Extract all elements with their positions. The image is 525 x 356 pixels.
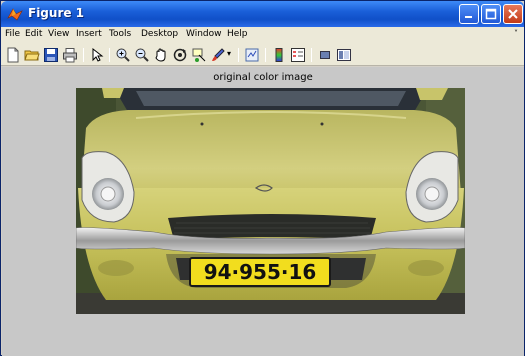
menu-overflow-arrow[interactable]: ˅ xyxy=(514,29,518,38)
close-icon xyxy=(508,9,518,19)
figure-window: Figure 1 File Edit View Insert Tools Des… xyxy=(0,0,525,356)
save-icon[interactable] xyxy=(43,47,59,63)
new-figure-icon[interactable] xyxy=(5,47,21,63)
close-button[interactable] xyxy=(503,4,523,24)
menu-window[interactable]: Window xyxy=(186,29,222,39)
matlab-logo-icon xyxy=(7,8,23,21)
hide-plot-tools-icon[interactable] xyxy=(317,47,333,63)
axes-title: original color image xyxy=(213,72,313,83)
minimize-button[interactable] xyxy=(459,4,479,24)
menu-view[interactable]: View xyxy=(48,29,69,39)
menu-insert[interactable]: Insert xyxy=(76,29,102,39)
menu-tools[interactable]: Tools xyxy=(109,29,131,39)
car-photo: 94·955·16 xyxy=(76,88,465,314)
open-file-icon[interactable] xyxy=(24,47,40,63)
print-icon[interactable] xyxy=(62,47,78,63)
select-arrow-icon[interactable] xyxy=(89,47,105,63)
toolbar-separator xyxy=(311,48,312,62)
figure-toolbar: ▾ xyxy=(1,44,524,66)
menu-file[interactable]: File xyxy=(5,29,20,39)
image-axes[interactable]: 94·955·16 xyxy=(76,88,465,314)
menu-bar: File Edit View Insert Tools Desktop Wind… xyxy=(1,27,524,44)
menu-desktop[interactable]: Desktop xyxy=(141,29,178,39)
legend-icon[interactable] xyxy=(290,47,306,63)
menu-edit[interactable]: Edit xyxy=(25,29,42,39)
toolbar-separator xyxy=(265,48,266,62)
toolbar-separator xyxy=(83,48,84,62)
maximize-button[interactable] xyxy=(481,4,501,24)
license-plate-text: 94·955·16 xyxy=(204,260,317,284)
brush-icon[interactable] xyxy=(210,47,226,63)
zoom-out-icon[interactable] xyxy=(134,47,150,63)
brush-dropdown-arrow[interactable]: ▾ xyxy=(227,49,231,58)
minimize-icon xyxy=(465,16,472,18)
toolbar-separator xyxy=(238,48,239,62)
link-plot-icon[interactable] xyxy=(244,47,260,63)
pan-hand-icon[interactable] xyxy=(153,47,169,63)
title-bar[interactable]: Figure 1 xyxy=(1,1,524,27)
figure-canvas: original color image 94·955·16 xyxy=(2,67,524,356)
data-cursor-icon[interactable] xyxy=(191,47,207,63)
window-title: Figure 1 xyxy=(28,6,85,20)
rotate-3d-icon[interactable] xyxy=(172,47,188,63)
zoom-in-icon[interactable] xyxy=(115,47,131,63)
show-plot-tools-icon[interactable] xyxy=(336,47,352,63)
maximize-icon xyxy=(485,8,497,20)
menu-help[interactable]: Help xyxy=(227,29,248,39)
colorbar-icon[interactable] xyxy=(271,47,287,63)
toolbar-separator xyxy=(109,48,110,62)
